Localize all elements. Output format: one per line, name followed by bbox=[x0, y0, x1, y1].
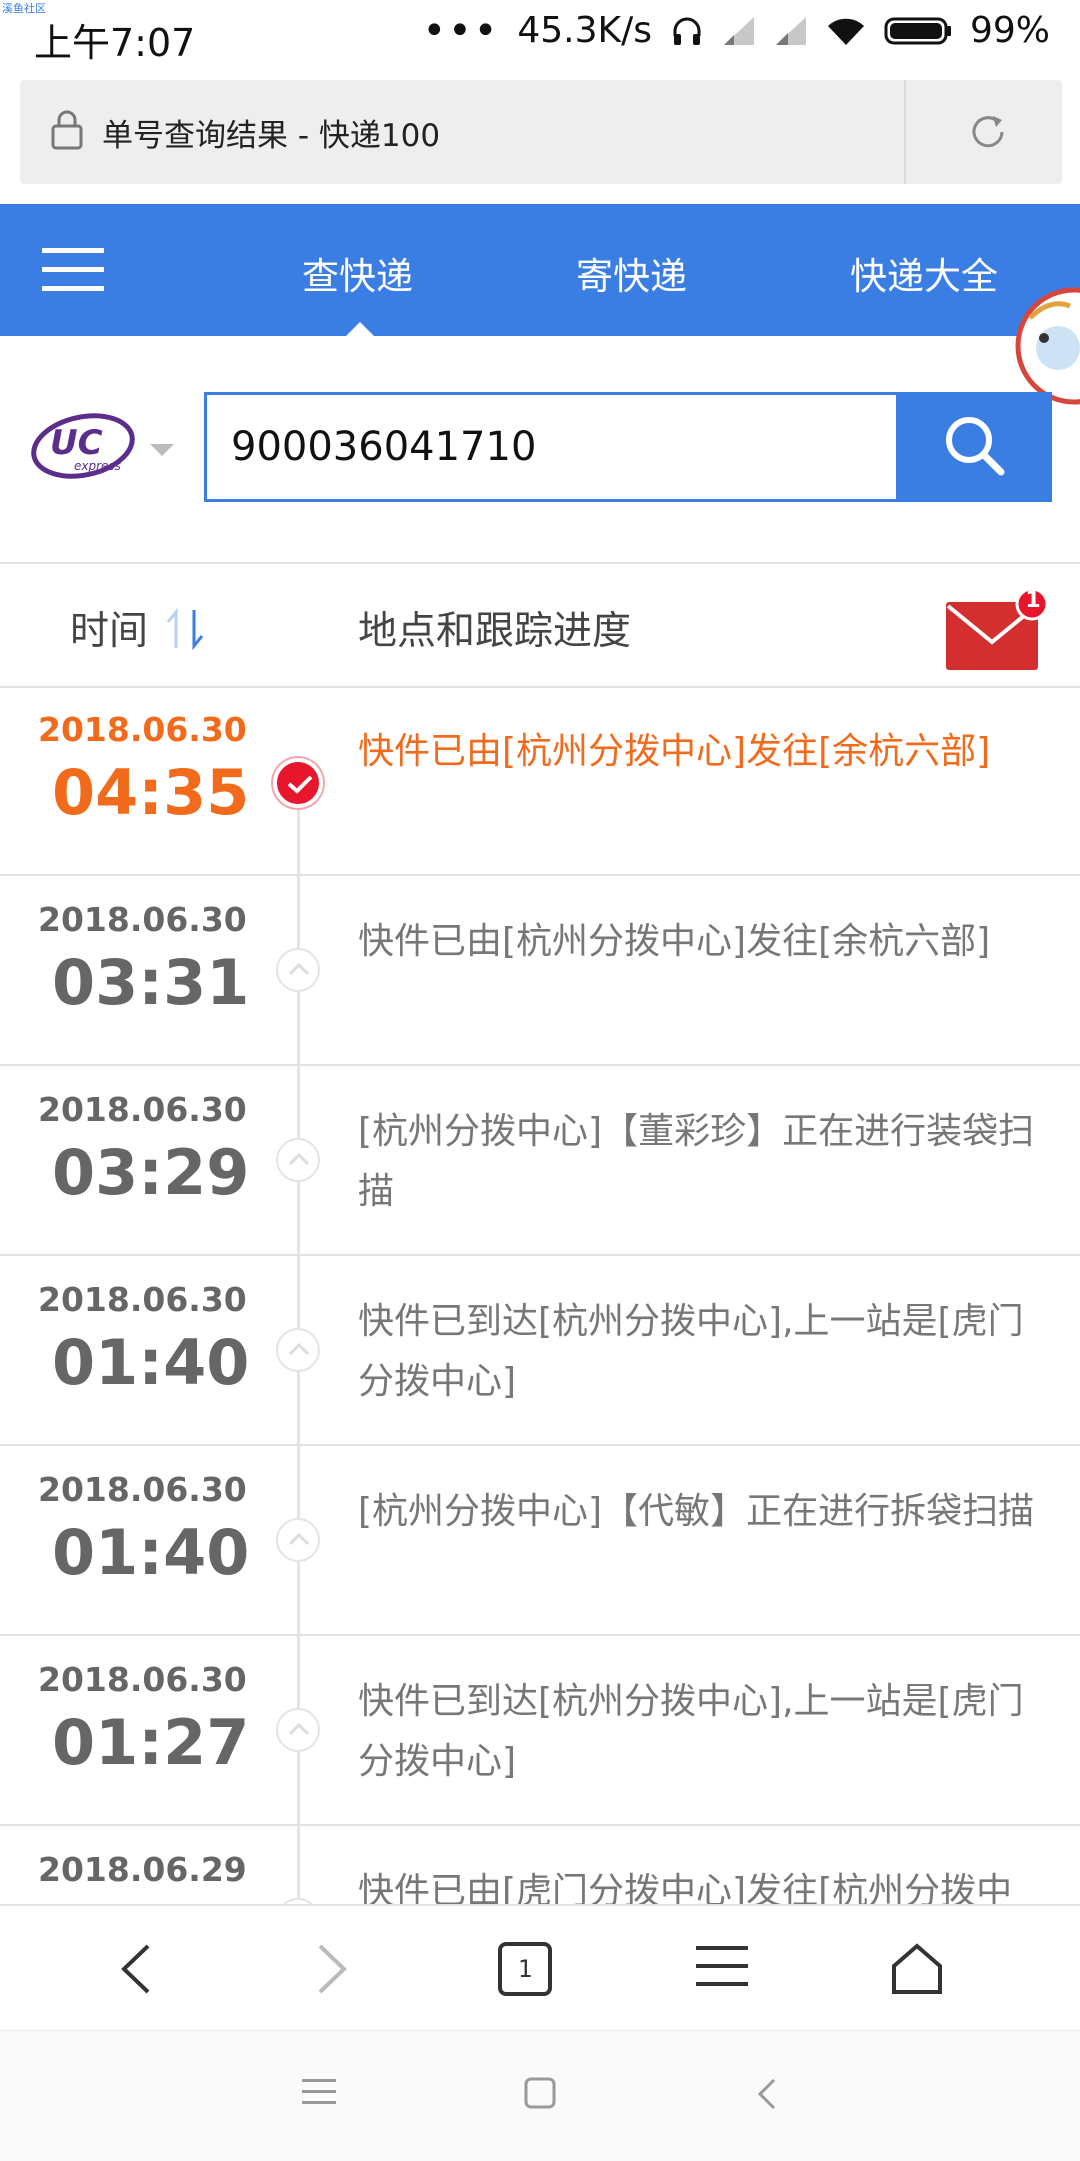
event-description: 快件已由[杭州分拨中心]发往[余杭六部] bbox=[358, 731, 991, 772]
back-button[interactable] bbox=[118, 1942, 154, 2000]
timeline-row: 2018.06.30 01:40 [杭州分拨中心]【代敏】正在进行拆袋扫描 bbox=[0, 1446, 1080, 1636]
active-tab-indicator bbox=[346, 322, 374, 336]
event-description: 快件已到达[杭州分拨中心],上一站是[虎门分拨中心] bbox=[358, 1681, 1024, 1782]
status-bar: 溪鱼社区 上午7:07 ••• 45.3K/s 99% bbox=[0, 0, 1080, 70]
mail-badge-count: 1 bbox=[1025, 588, 1041, 613]
hamburger-menu-button[interactable] bbox=[42, 246, 104, 298]
event-date: 2018.06.30 bbox=[38, 710, 247, 749]
tab-send-express[interactable]: 寄快递 bbox=[576, 246, 687, 300]
signal-icon bbox=[722, 15, 756, 47]
chevron-up-icon bbox=[276, 948, 320, 992]
event-date: 2018.06.30 bbox=[38, 1660, 247, 1699]
event-time: 03:29 bbox=[52, 1136, 250, 1209]
event-date: 2018.06.30 bbox=[38, 1470, 247, 1509]
tab-track-express[interactable]: 查快递 bbox=[302, 246, 413, 300]
event-time: 01:27 bbox=[52, 1706, 250, 1779]
home-button[interactable] bbox=[890, 1942, 944, 2000]
system-navigation-bar bbox=[0, 2030, 1080, 2161]
browser-menu-button[interactable] bbox=[696, 1942, 748, 1994]
wifi-icon bbox=[826, 15, 866, 47]
notification-dots-icon: ••• bbox=[422, 7, 500, 54]
network-speed: 45.3K/s bbox=[517, 10, 652, 51]
time-column-header[interactable]: 时间 bbox=[70, 600, 148, 656]
lock-icon bbox=[50, 110, 84, 154]
timeline-row: 2018.06.30 01:40 快件已到达[杭州分拨中心],上一站是[虎门分拨… bbox=[0, 1256, 1080, 1446]
signal-icon-2 bbox=[774, 15, 808, 47]
browser-toolbar: 1 bbox=[0, 1904, 1080, 2032]
address-divider bbox=[904, 80, 906, 184]
tab-express-directory[interactable]: 快递大全 bbox=[850, 246, 998, 300]
timeline-row: 2018.06.29 快件已由[虎门分拨中心]发往[杭州分拨中 bbox=[0, 1826, 1080, 1904]
system-back-button[interactable] bbox=[756, 2077, 778, 2115]
event-description: 快件已由[虎门分拨中心]发往[杭州分拨中 bbox=[358, 1871, 1013, 1904]
battery-icon bbox=[884, 15, 952, 47]
carrier-logo[interactable]: UC express bbox=[30, 410, 136, 484]
top-navigation: 查快递 寄快递 快递大全 bbox=[0, 204, 1080, 336]
event-time: 01:40 bbox=[52, 1326, 250, 1399]
status-time: 上午7:07 bbox=[34, 21, 196, 65]
chevron-up-icon bbox=[276, 1518, 320, 1562]
tab-count: 1 bbox=[517, 1955, 533, 1983]
timeline-row: 2018.06.30 03:29 [杭州分拨中心]【董彩珍】正在进行装袋扫描 bbox=[0, 1066, 1080, 1256]
event-time: 03:31 bbox=[52, 946, 250, 1019]
event-description: 快件已由[杭州分拨中心]发往[余杭六部] bbox=[358, 921, 991, 962]
checkmark-icon bbox=[273, 758, 323, 808]
chevron-up-icon bbox=[276, 1708, 320, 1752]
svg-text:express: express bbox=[74, 459, 121, 473]
chevron-up-icon bbox=[276, 1138, 320, 1182]
event-description: 快件已到达[杭州分拨中心],上一站是[虎门分拨中心] bbox=[358, 1301, 1024, 1402]
address-bar[interactable]: 单号查询结果 - 快递100 bbox=[20, 80, 1062, 184]
tracking-timeline: 2018.06.30 04:35 快件已由[杭州分拨中心]发往[余杭六部] 20… bbox=[0, 686, 1080, 1904]
search-icon bbox=[941, 412, 1007, 482]
system-home-button[interactable] bbox=[524, 2077, 556, 2113]
event-date: 2018.06.29 bbox=[38, 1850, 247, 1889]
headphones-icon bbox=[670, 14, 704, 48]
svg-text:UC: UC bbox=[50, 423, 103, 463]
mail-button[interactable]: 1 bbox=[944, 587, 1052, 678]
event-description: [杭州分拨中心]【代敏】正在进行拆袋扫描 bbox=[358, 1491, 1035, 1532]
tabs-button[interactable]: 1 bbox=[498, 1942, 552, 1996]
event-date: 2018.06.30 bbox=[38, 1090, 247, 1129]
forward-button[interactable] bbox=[314, 1942, 350, 2000]
chevron-down-icon[interactable] bbox=[148, 442, 176, 462]
event-date: 2018.06.30 bbox=[38, 1280, 247, 1319]
sort-icon[interactable] bbox=[164, 606, 210, 656]
tracking-list-header: 时间 地点和跟踪进度 bbox=[0, 562, 1080, 688]
timeline-row: 2018.06.30 01:27 快件已到达[杭州分拨中心],上一站是[虎门分拨… bbox=[0, 1636, 1080, 1826]
location-column-header: 地点和跟踪进度 bbox=[358, 609, 632, 654]
event-time: 01:40 bbox=[52, 1516, 250, 1589]
battery-percent: 99% bbox=[969, 10, 1050, 51]
page-title: 单号查询结果 - 快递100 bbox=[102, 118, 441, 154]
search-button[interactable] bbox=[896, 392, 1052, 502]
event-time: 04:35 bbox=[52, 756, 250, 829]
event-description: [杭州分拨中心]【董彩珍】正在进行装袋扫描 bbox=[358, 1111, 1035, 1212]
reload-button[interactable] bbox=[966, 110, 1010, 158]
timeline-row: 2018.06.30 04:35 快件已由[杭州分拨中心]发往[余杭六部] bbox=[0, 686, 1080, 876]
timeline-row: 2018.06.30 03:31 快件已由[杭州分拨中心]发往[余杭六部] bbox=[0, 876, 1080, 1066]
recent-apps-button[interactable] bbox=[302, 2077, 336, 2111]
event-date: 2018.06.30 bbox=[38, 900, 247, 939]
chevron-up-icon bbox=[276, 1328, 320, 1372]
tracking-number-input[interactable]: 900036041710 bbox=[204, 392, 896, 502]
